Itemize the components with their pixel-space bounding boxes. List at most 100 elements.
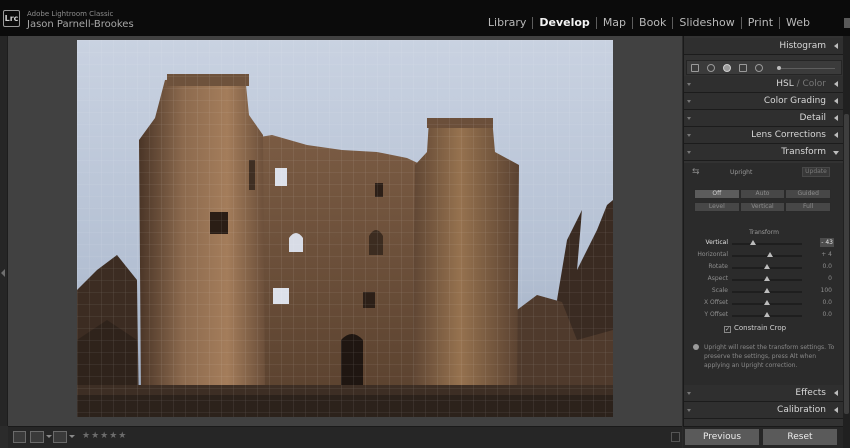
- user-name: Jason Parnell-Brookes: [27, 19, 134, 30]
- slider-value[interactable]: 0: [828, 275, 832, 282]
- left-panel-strip[interactable]: [0, 36, 8, 426]
- spot-removal-icon[interactable]: [707, 64, 715, 72]
- panel-switch-icon[interactable]: [687, 409, 691, 412]
- reset-button[interactable]: Reset: [763, 429, 837, 445]
- rotate-slider-row: Rotate 0.0: [684, 262, 844, 273]
- toolbar-menu-icon[interactable]: [671, 432, 680, 442]
- update-button[interactable]: Update: [802, 167, 830, 177]
- constrain-crop-checkbox[interactable]: ✓ Constrain Crop: [724, 324, 786, 333]
- slider-value[interactable]: 0.0: [822, 311, 832, 318]
- slider-knob[interactable]: [764, 288, 770, 293]
- upright-full-button[interactable]: Full: [785, 202, 832, 212]
- checkmark-icon[interactable]: ✓: [724, 326, 731, 333]
- image-workspace[interactable]: [8, 36, 682, 426]
- slider-label: Scale: [711, 287, 728, 294]
- histogram-title: Histogram: [779, 41, 826, 51]
- slider-label: X Offset: [703, 299, 728, 306]
- hsl-header[interactable]: HSL / Color: [684, 76, 844, 93]
- color-grading-header[interactable]: Color Grading: [684, 93, 844, 110]
- expand-left-panel-icon[interactable]: [1, 269, 5, 277]
- module-print[interactable]: Print: [742, 16, 779, 29]
- detail-header[interactable]: Detail: [684, 110, 844, 127]
- collapse-panel-icon[interactable]: [834, 115, 838, 121]
- slider-knob[interactable]: [764, 276, 770, 281]
- panel-switch-icon[interactable]: [687, 392, 691, 395]
- slider-knob[interactable]: [750, 240, 756, 245]
- panel-switch-icon[interactable]: [687, 134, 691, 137]
- y-offset-slider-row: Y Offset 0.0: [684, 310, 844, 321]
- previous-button[interactable]: Previous: [685, 429, 759, 445]
- upright-off-button[interactable]: Off: [694, 189, 740, 199]
- slider-label: Rotate: [708, 263, 728, 270]
- slider-value[interactable]: 0.0: [822, 263, 832, 270]
- slider-value-field[interactable]: - 43: [820, 238, 834, 247]
- castle-photo: [77, 40, 613, 417]
- right-panel-scrollbar[interactable]: [843, 36, 850, 448]
- slider-track[interactable]: [732, 243, 802, 245]
- panel-switch-icon[interactable]: [687, 83, 691, 86]
- collapse-panel-icon[interactable]: [834, 407, 838, 413]
- lightroom-window: Lrc Adobe Lightroom Classic Jason Parnel…: [0, 0, 850, 448]
- vertical-slider-row: Vertical - 43: [684, 238, 844, 249]
- slider-knob[interactable]: [764, 312, 770, 317]
- expand-panel-icon[interactable]: [833, 151, 839, 155]
- slider-label: Vertical: [705, 239, 728, 246]
- upright-label: Upright: [730, 169, 753, 176]
- module-web[interactable]: Web: [780, 16, 816, 29]
- tool-slider-knob[interactable]: [777, 66, 781, 70]
- module-map[interactable]: Map: [597, 16, 632, 29]
- develop-footer: Previous Reset: [683, 426, 843, 448]
- color-grading-title: Color Grading: [763, 96, 826, 106]
- bottom-toolbar: ★★★★★: [8, 426, 682, 448]
- panel-switch-icon[interactable]: [687, 151, 691, 154]
- slider-knob[interactable]: [766, 252, 773, 257]
- module-book[interactable]: Book: [633, 16, 672, 29]
- panel-switch-icon[interactable]: [687, 117, 691, 120]
- upright-mode-row: Level Vertical Full: [694, 202, 832, 212]
- upright-auto-button[interactable]: Auto: [739, 189, 786, 199]
- scale-slider-row: Scale 100: [684, 286, 844, 297]
- module-develop[interactable]: Develop: [533, 16, 595, 29]
- module-slideshow[interactable]: Slideshow: [673, 16, 740, 29]
- red-eye-icon[interactable]: [723, 64, 731, 72]
- mask-mode-icon[interactable]: [755, 64, 763, 72]
- slider-label: Aspect: [707, 275, 728, 282]
- slider-value[interactable]: + 4: [821, 251, 832, 258]
- develop-tool-strip: [686, 60, 842, 75]
- loupe-view-button[interactable]: [13, 431, 26, 443]
- module-library[interactable]: Library: [482, 16, 532, 29]
- crop-tool-icon[interactable]: [691, 64, 699, 72]
- transform-header[interactable]: Transform: [684, 144, 844, 161]
- before-after-dropdown-icon[interactable]: [46, 435, 52, 438]
- star-rating[interactable]: ★★★★★: [82, 431, 127, 441]
- collapse-panel-icon[interactable]: [834, 81, 838, 87]
- collapse-panel-icon[interactable]: [834, 390, 838, 396]
- slider-knob[interactable]: [764, 264, 770, 269]
- collapse-panel-icon[interactable]: [834, 132, 838, 138]
- upright-level-button[interactable]: Level: [694, 202, 740, 212]
- constrain-crop-label: Constrain Crop: [734, 324, 787, 332]
- tool-slider-track: [779, 68, 835, 69]
- slider-knob[interactable]: [764, 300, 770, 305]
- upright-guided-button[interactable]: Guided: [785, 189, 832, 199]
- lens-corrections-header[interactable]: Lens Corrections: [684, 127, 844, 144]
- collapse-panel-icon[interactable]: [834, 43, 838, 49]
- slider-value[interactable]: 0.0: [822, 299, 832, 306]
- effects-header[interactable]: Effects: [684, 385, 844, 402]
- panel-switch-icon[interactable]: [687, 100, 691, 103]
- slider-value[interactable]: 100: [821, 287, 832, 294]
- swap-dropdown-icon[interactable]: [69, 435, 75, 438]
- scrollbar-thumb[interactable]: [844, 114, 849, 414]
- before-after-view-button[interactable]: [30, 431, 44, 443]
- x-offset-slider-row: X Offset 0.0: [684, 298, 844, 309]
- top-panel-toggle[interactable]: [844, 18, 850, 28]
- masking-icon[interactable]: [739, 64, 747, 72]
- product-name: Adobe Lightroom Classic: [27, 10, 114, 18]
- upright-vertical-button[interactable]: Vertical: [739, 202, 786, 212]
- calibration-header[interactable]: Calibration: [684, 402, 844, 419]
- histogram-header[interactable]: Histogram: [684, 38, 844, 55]
- photo-preview[interactable]: [77, 40, 613, 417]
- upright-icon: ⇆: [692, 167, 700, 177]
- before-after-swap-button[interactable]: [53, 431, 67, 443]
- collapse-panel-icon[interactable]: [834, 98, 838, 104]
